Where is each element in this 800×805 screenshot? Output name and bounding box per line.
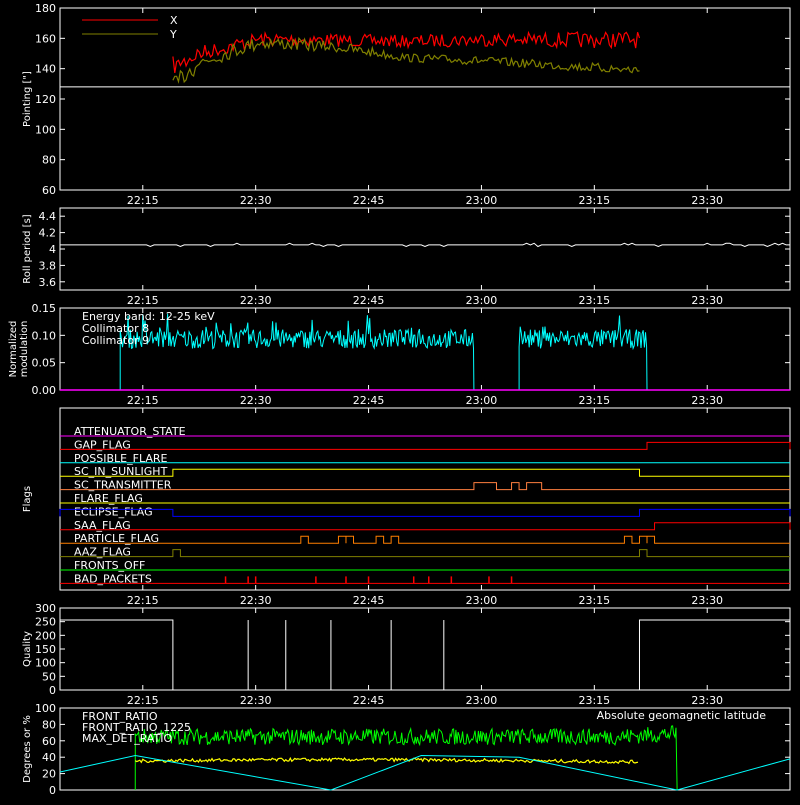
legend-label: Y (169, 28, 177, 41)
y-axis-label: Degrees or % (22, 715, 33, 783)
x-tick-label: 23:30 (691, 194, 723, 207)
x-tick-label: 23:15 (578, 194, 610, 207)
x-tick-label: 23:30 (691, 694, 723, 707)
flag-label: ECLIPSE_FLAG (74, 505, 153, 518)
y-tick-label: 250 (35, 616, 56, 629)
y-axis-label: Pointing ["] (22, 71, 33, 127)
chart-figure: 22:15 22:30 22:45 23:00 23:15 23:30 Pointing [… (0, 0, 800, 800)
x-tick-label: 23:15 (578, 694, 610, 707)
y-tick-label: 300 (35, 602, 56, 615)
y-tick-label: 200 (35, 629, 56, 642)
y-tick-label: 4.2 (39, 227, 57, 240)
x-tick-label: 22:30 (240, 394, 272, 407)
y-tick-label: 100 (35, 702, 56, 715)
y-tick-label: 0.05 (32, 357, 57, 370)
y-tick-label: 60 (42, 184, 56, 197)
y-tick-label: 40 (42, 751, 56, 764)
y-axis-label: Quality (22, 631, 33, 667)
series-line-quality (60, 619, 790, 691)
y-axis-label: modulation (19, 321, 30, 378)
y-tick-label: 150 (35, 643, 56, 656)
flag-line (60, 535, 790, 544)
y-tick-label: 80 (42, 154, 56, 167)
y-tick-label: 4 (49, 243, 56, 256)
y-axis-label: Normalized (8, 321, 19, 378)
legend-label: Collimator 9 (82, 334, 149, 347)
y-tick-label: 100 (35, 657, 56, 670)
x-tick-label: 22:45 (353, 394, 385, 407)
y-tick-label: 0 (49, 684, 56, 697)
y-axis-label: Flags (22, 486, 33, 512)
x-tick-label: 22:15 (127, 594, 159, 607)
flag-line (59, 508, 791, 517)
legend-label: MAX_DET_RATIO (82, 732, 173, 745)
x-tick-label: 22:45 (353, 294, 385, 307)
x-tick-label: 22:30 (240, 194, 272, 207)
x-tick-label: 22:45 (353, 694, 385, 707)
x-tick-label: 23:30 (691, 594, 723, 607)
flag-line (60, 441, 791, 450)
y-tick-label: 100 (35, 123, 56, 136)
x-tick-label: 23:30 (691, 294, 723, 307)
y-tick-label: 140 (35, 63, 56, 76)
x-tick-label: 23:30 (691, 394, 723, 407)
y-tick-label: 160 (35, 32, 56, 45)
series-line-roll (60, 242, 790, 248)
y-tick-label: 20 (42, 768, 56, 781)
x-tick-label: 22:45 (353, 594, 385, 607)
x-tick-label: 22:15 (127, 294, 159, 307)
y-tick-label: 50 (42, 670, 56, 683)
series-line-front-ratio (134, 756, 639, 765)
y-tick-label: 0 (49, 784, 56, 797)
x-tick-label: 22:30 (240, 294, 272, 307)
x-tick-label: 22:15 (127, 394, 159, 407)
y-tick-label: 4.4 (39, 210, 57, 223)
x-tick-label: 22:30 (240, 594, 272, 607)
x-tick-label: 23:15 (578, 294, 610, 307)
series-line-collimator-8 (518, 315, 648, 391)
annotation-label: Absolute geomagnetic latitude (597, 709, 767, 722)
flag-line (60, 549, 790, 558)
flag-line (60, 522, 791, 531)
y-tick-label: 3.8 (39, 259, 57, 272)
x-tick-label: 23:00 (466, 294, 498, 307)
legend-label: X (170, 14, 178, 27)
y-tick-label: 60 (42, 735, 56, 748)
y-axis-label: Roll period [s] (22, 214, 33, 283)
y-tick-label: 180 (35, 2, 56, 15)
x-tick-label: 22:45 (353, 194, 385, 207)
x-tick-label: 23:15 (578, 594, 610, 607)
series-line-collimator-8 (119, 313, 475, 391)
y-tick-label: 120 (35, 93, 56, 106)
x-tick-label: 23:15 (578, 394, 610, 407)
x-tick-label: 22:30 (240, 694, 272, 707)
x-tick-label: 22:15 (127, 194, 159, 207)
x-tick-label: 23:00 (466, 594, 498, 607)
y-tick-label: 0.10 (32, 329, 57, 342)
y-tick-label: 0.15 (32, 302, 57, 315)
y-tick-label: 0.00 (32, 384, 57, 397)
chart-svg: 22:15 22:30 22:45 23:00 23:15 23:30 Pointing [… (8, 2, 791, 797)
x-tick-label: 23:00 (466, 694, 498, 707)
y-tick-label: 80 (42, 718, 56, 731)
x-tick-label: 23:00 (466, 194, 498, 207)
x-tick-label: 23:00 (466, 394, 498, 407)
axes-frame (59, 207, 791, 291)
x-tick-label: 22:15 (127, 694, 159, 707)
flag-line (60, 468, 790, 477)
y-tick-label: 3.6 (39, 276, 57, 289)
